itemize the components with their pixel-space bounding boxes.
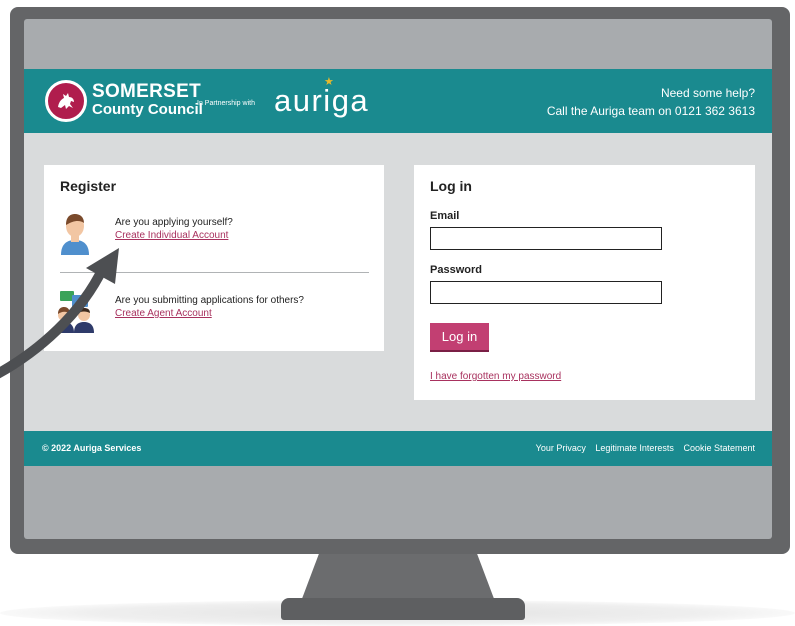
agent-question: Are you submitting applications for othe… (115, 295, 304, 306)
star-icon: ★ (324, 76, 334, 88)
partner-logo: auriga (274, 83, 370, 118)
create-agent-account-link[interactable]: Create Agent Account (115, 308, 212, 319)
site-footer: © 2022 Auriga Services Your Privacy Legi… (24, 431, 772, 466)
somerset-crest-icon[interactable] (45, 80, 87, 122)
help-phone: Call the Auriga team on 0121 362 3613 (546, 104, 755, 118)
password-label: Password (430, 264, 482, 276)
login-title: Log in (430, 178, 472, 194)
monitor-stand-neck (300, 552, 496, 604)
password-field[interactable] (430, 281, 662, 304)
email-field[interactable] (430, 227, 662, 250)
main-content: Register Are you applying yourself? Crea (24, 133, 772, 431)
brand-name-bottom: County Council (92, 101, 203, 118)
monitor-illustration: SOMERSET County Council In Partnership w… (0, 0, 795, 626)
footer-link-cookie-statement[interactable]: Cookie Statement (683, 443, 755, 453)
email-label: Email (430, 210, 460, 222)
agent-group-icon (54, 289, 98, 338)
register-divider (60, 272, 369, 273)
monitor-stand-base (281, 598, 525, 620)
create-individual-account-link[interactable]: Create Individual Account (115, 230, 228, 241)
monitor-bezel: SOMERSET County Council In Partnership w… (10, 7, 790, 554)
brand-name-top: SOMERSET (92, 81, 202, 102)
footer-links: Your Privacy Legitimate Interests Cookie… (529, 443, 755, 453)
individual-question: Are you applying yourself? (115, 217, 233, 228)
register-panel: Register Are you applying yourself? Crea (44, 165, 384, 351)
login-button[interactable]: Log in (430, 323, 489, 352)
footer-link-privacy[interactable]: Your Privacy (536, 443, 586, 453)
individual-person-icon (58, 211, 92, 260)
copyright-text: © 2022 Auriga Services (42, 443, 142, 453)
site-header: SOMERSET County Council In Partnership w… (24, 69, 772, 133)
screen: SOMERSET County Council In Partnership w… (24, 19, 772, 539)
login-panel: Log in Email Password Log in I have forg… (414, 165, 755, 400)
forgot-password-link[interactable]: I have forgotten my password (430, 371, 561, 382)
help-title: Need some help? (660, 86, 755, 100)
partnership-text: In Partnership with (197, 100, 255, 107)
footer-link-legitimate-interests[interactable]: Legitimate Interests (595, 443, 674, 453)
register-title: Register (60, 178, 117, 194)
